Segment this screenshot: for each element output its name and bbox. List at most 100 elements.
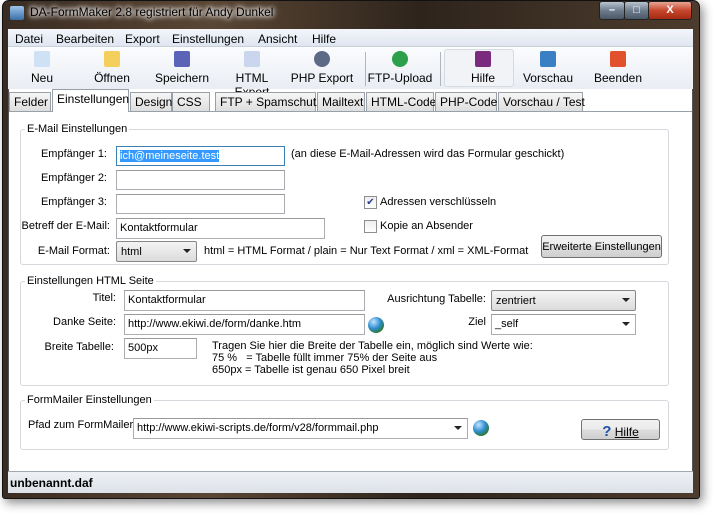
subject-input[interactable]: Kontaktformular <box>116 218 325 239</box>
tab-design[interactable]: Design <box>130 92 172 111</box>
window-title: DA-FormMaker 2.8 registriert für Andy Du… <box>30 5 274 19</box>
hint-line: 75 % = Tabelle füllt immer 75% der Seite… <box>212 352 438 364</box>
toolbar-beenden-button[interactable]: Beenden <box>584 49 652 89</box>
chevron-down-icon <box>454 426 462 430</box>
target-select[interactable]: _self <box>491 314 636 335</box>
chevron-down-icon <box>183 249 191 253</box>
new-file-icon <box>34 51 50 67</box>
toolbar-separator <box>440 52 441 86</box>
align-label: Ausrichtung Tabelle: <box>387 293 486 305</box>
maximize-button[interactable]: □ <box>624 1 649 20</box>
recipient1-label: Empfänger 1: <box>40 148 107 160</box>
formmailer-path-label: Pfad zum FormMailer <box>28 419 134 431</box>
toolbar-label: Vorschau <box>522 71 574 85</box>
toolbar-speichern-button[interactable]: Speichern <box>148 49 216 89</box>
globe-icon[interactable] <box>368 317 384 333</box>
recipient1-value: ich@meineseite.test <box>120 150 220 162</box>
toolbar-öffnen-button[interactable]: Öffnen <box>78 49 146 89</box>
toolbar-ftp-upload-button[interactable]: FTP-Upload <box>366 49 434 89</box>
globe-icon[interactable] <box>473 420 489 436</box>
encrypt-checkbox[interactable]: ✔ <box>364 196 377 209</box>
app-icon <box>10 6 24 20</box>
toolbar-label: PHP Export <box>290 71 354 85</box>
help-book-icon <box>475 51 491 67</box>
tab-php-code[interactable]: PHP-Code <box>435 92 497 111</box>
format-hint: html = HTML Format / plain = Nur Text Fo… <box>204 245 529 257</box>
recipient1-input[interactable]: ich@meineseite.test <box>116 146 285 166</box>
toolbar-php-export-button[interactable]: PHP Export <box>288 49 356 89</box>
toolbar-label: Neu <box>30 71 53 85</box>
help-button-label: Hilfe <box>614 425 639 439</box>
menu-export[interactable]: Export <box>125 32 160 46</box>
toolbar-label: FTP-Upload <box>367 71 433 85</box>
minimize-button[interactable]: – <box>599 1 625 20</box>
toolbar-html-export-button[interactable]: HTML Export <box>218 49 286 99</box>
target-label: Ziel <box>468 316 486 328</box>
status-bar: unbenannt.daf <box>8 471 693 493</box>
close-button[interactable]: X <box>648 1 692 20</box>
align-select[interactable]: zentriert <box>491 290 636 311</box>
menu-einstellungen[interactable]: Einstellungen <box>172 32 244 46</box>
upload-globe-icon <box>392 51 408 67</box>
tab-einstellungen[interactable]: Einstellungen <box>52 89 129 112</box>
table-width-hint: Tragen Sie hier die Breite der Tabelle e… <box>212 340 533 376</box>
php-icon <box>314 51 330 67</box>
question-icon: ? <box>602 423 612 440</box>
save-disk-icon <box>174 51 190 67</box>
status-filename: unbenannt.daf <box>10 476 93 490</box>
copy-sender-checkbox[interactable] <box>364 220 377 233</box>
toolbar-separator <box>365 52 366 86</box>
target-value: _self <box>495 318 519 330</box>
menu-datei[interactable]: Datei <box>15 32 43 46</box>
subject-label: Betreff der E-Mail: <box>21 220 110 232</box>
tab-html-code[interactable]: HTML-Code <box>366 92 436 111</box>
preview-window-icon <box>540 51 556 67</box>
table-width-label: Breite Tabelle: <box>44 341 114 353</box>
open-folder-icon <box>104 51 120 67</box>
format-select[interactable]: html <box>116 241 197 262</box>
recipient2-input[interactable] <box>116 170 285 190</box>
title-label: Titel: <box>92 292 116 304</box>
toolbar-label: Hilfe <box>470 71 495 85</box>
copy-sender-label: Kopie an Absender <box>380 220 473 232</box>
recipient3-label: Empfänger 3: <box>40 196 107 208</box>
toolbar-neu-button[interactable]: Neu <box>8 49 76 89</box>
html-document-icon <box>244 51 260 67</box>
menu-bearbeiten[interactable]: Bearbeiten <box>56 32 114 46</box>
tab-vorschau-test[interactable]: Vorschau / Test <box>498 92 585 111</box>
hint-line: Tragen Sie hier die Breite der Tabelle e… <box>212 340 533 352</box>
tab-css[interactable]: CSS <box>172 92 210 111</box>
menu-hilfe[interactable]: Hilfe <box>312 32 336 46</box>
recipient-hint: (an diese E-Mail-Adressen wird das Formu… <box>291 148 565 160</box>
help-button[interactable]: ? Hilfe <box>581 419 660 440</box>
formmailer-path-combo[interactable]: http://www.ekiwi-scripts.de/form/v28/for… <box>133 418 468 439</box>
tab-felder[interactable]: Felder <box>9 92 51 111</box>
tab-mailtext[interactable]: Mailtext <box>317 92 365 111</box>
tab-ftp-spamschutz[interactable]: FTP + Spamschutz <box>215 92 322 111</box>
thanks-page-input[interactable]: http://www.ekiwi.de/form/danke.htm <box>124 314 365 335</box>
format-label: E-Mail Format: <box>37 245 110 257</box>
advanced-settings-button[interactable]: Erweiterte Einstellungen <box>541 235 662 258</box>
toolbar-vorschau-button[interactable]: Vorschau <box>514 49 582 89</box>
table-width-input[interactable]: 500px <box>124 338 197 359</box>
recipient3-input[interactable] <box>116 194 285 214</box>
exit-icon <box>610 51 626 67</box>
email-group-label: E-Mail Einstellungen <box>25 123 130 135</box>
formmailer-path-value: http://www.ekiwi-scripts.de/form/v28/for… <box>137 422 379 434</box>
recipient2-label: Empfänger 2: <box>40 172 107 184</box>
format-value: html <box>121 246 142 258</box>
chevron-down-icon <box>622 298 630 302</box>
align-value: zentriert <box>496 295 536 307</box>
formmailer-group-label: FormMailer Einstellungen <box>25 394 154 406</box>
toolbar-label: Öffnen <box>94 71 130 85</box>
title-input[interactable]: Kontaktformular <box>124 290 365 311</box>
toolbar-label: Speichern <box>154 71 210 85</box>
encrypt-label: Adressen verschlüsseln <box>380 196 497 208</box>
hint-line: 650px = Tabelle ist genau 650 Pixel brei… <box>212 364 410 376</box>
menu-ansicht[interactable]: Ansicht <box>258 32 297 46</box>
chevron-down-icon <box>622 322 630 326</box>
toolbar-hilfe-button[interactable]: Hilfe <box>449 49 517 89</box>
html-group-label: Einstellungen HTML Seite <box>25 275 156 287</box>
thanks-page-label: Danke Seite: <box>53 316 116 328</box>
toolbar-label: Beenden <box>593 71 643 85</box>
